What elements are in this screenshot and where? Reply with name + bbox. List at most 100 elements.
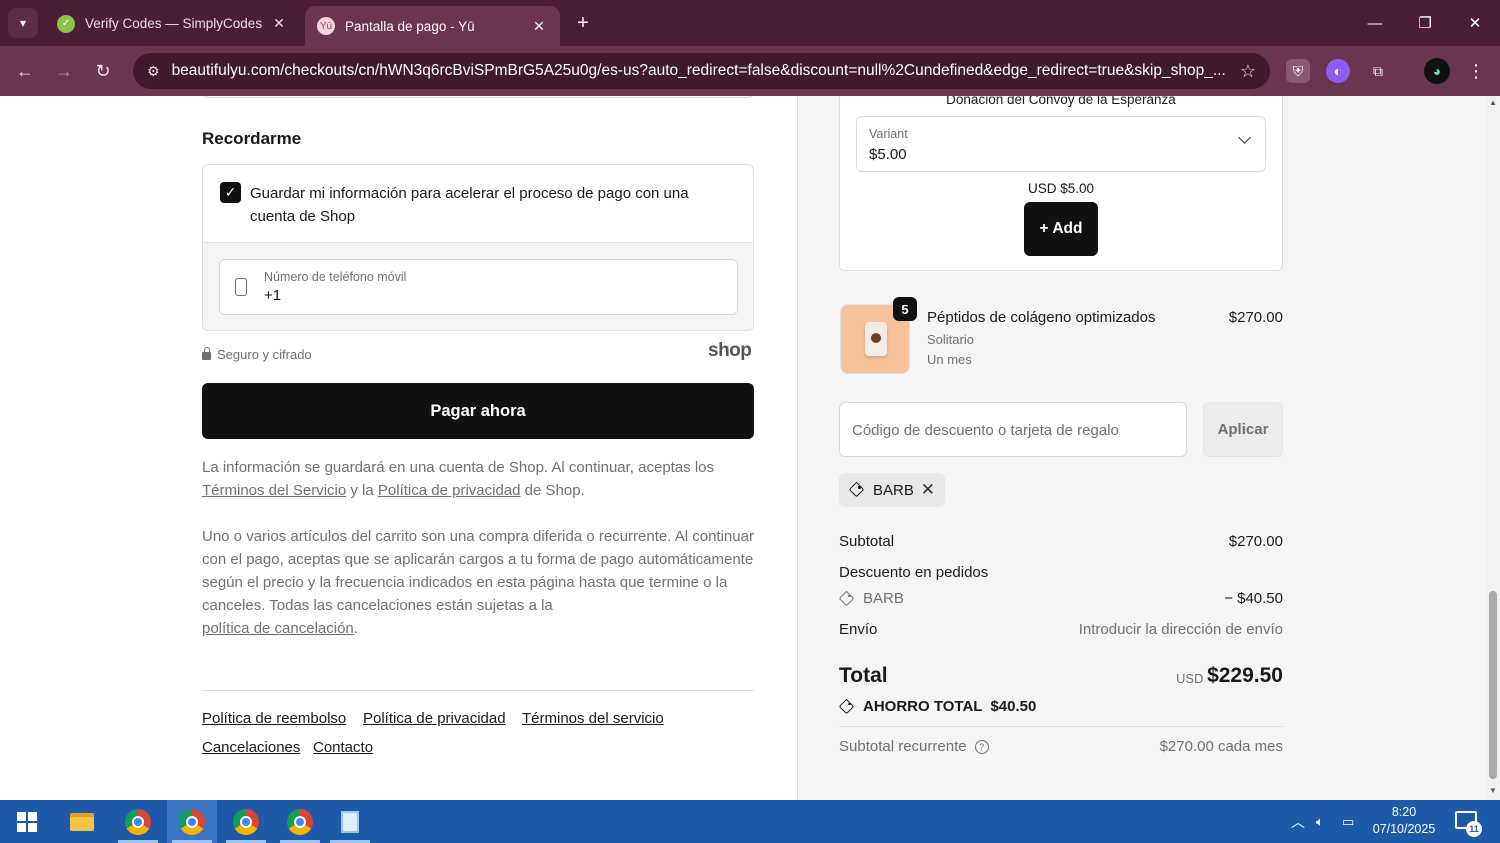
shipping-value: Introducir la dirección de envío [1078,621,1283,638]
save-info-checkbox[interactable]: ✓ [220,182,241,203]
scroll-down-icon[interactable]: ▼ [1488,786,1498,795]
terms-of-service-footer-link[interactable]: Términos del servicio [522,710,664,727]
chrome-icon [233,808,259,835]
chrome-icon [125,808,151,835]
taskbar-clock[interactable]: 8:20 07/10/2025 [1368,804,1440,838]
subtotal-value: $270.00 [1228,533,1283,550]
phone-field[interactable]: Número de teléfono móvil +1 [219,259,738,315]
product-option: Un mes [927,352,972,367]
savings-tag-icon [839,699,855,715]
legal-text: y la [346,482,378,499]
recurring-label: Subtotal recurrente [839,738,967,755]
site-settings-icon[interactable]: ⚙ [147,63,160,80]
url-text[interactable]: beautifulyu.com/checkouts/cn/hWN3q6rcBvi… [172,62,1230,80]
cancellations-link[interactable]: Cancelaciones [202,739,300,756]
upsell-product-name: Donación del Convoy de la Esperanza [946,96,1176,107]
order-discount-label: Descuento en pedidos [839,564,989,581]
secure-text: Seguro y cifrado [217,347,312,362]
subtotal-label: Subtotal [839,533,895,550]
simplycodes-favicon-icon: ✓ [57,14,75,33]
chrome-icon [179,808,205,835]
mobile-phone-icon [235,278,247,296]
tag-icon [839,591,855,607]
chrome-taskbar-button[interactable] [113,800,163,843]
extension-icon[interactable]: ◐ [1326,59,1350,83]
legal-text: de Shop. [520,482,585,499]
volume-icon[interactable]: 🔈︎ [1316,800,1324,843]
tab-verify-codes[interactable]: ✓ Verify Codes — SimplyCodes ✕ [45,7,300,40]
puzzle-extensions-icon[interactable]: ⧉ [1366,59,1390,83]
shield-extension-icon[interactable]: ⛨ [1286,59,1310,83]
refund-policy-link[interactable]: Política de reembolso [202,710,346,727]
minimize-button[interactable]: — [1350,0,1400,46]
cancellation-policy-link[interactable]: política de cancelación [202,620,354,637]
applied-discount-chip: BARB ✕ [839,473,945,507]
file-explorer-button[interactable] [57,800,107,843]
variant-select[interactable]: Variant $5.00 [856,116,1266,172]
collagen-jar-image [865,322,887,356]
notepad-taskbar-button[interactable] [325,800,375,843]
recurring-legal-text: Uno o varios artículos del carrito son u… [202,525,754,640]
tab-checkout[interactable]: Yū Pantalla de pago - Yū ✕ [305,6,560,46]
discount-value: − $40.50 [1224,590,1283,607]
close-tab-icon[interactable]: ✕ [270,15,288,32]
total-label: Total [839,664,888,687]
start-button[interactable] [2,800,52,843]
privacy-policy-footer-link[interactable]: Política de privacidad [363,710,506,727]
product-option: Solitario [927,332,974,347]
notepad-icon [341,810,359,833]
new-tab-button[interactable]: + [570,10,596,36]
bookmark-star-icon[interactable]: ☆ [1240,61,1256,82]
legal-text: . [353,620,358,637]
tab-search-button[interactable]: ▾ [8,8,38,38]
browser-menu-icon[interactable]: ⋮ [1464,59,1488,83]
upsell-price: USD $5.00 [1027,181,1095,196]
product-price: $270.00 [1228,309,1283,326]
phone-value[interactable]: +1 [264,287,281,304]
savings-label: AHORRO TOTAL [863,698,983,715]
phone-section: Número de teléfono móvil +1 [203,243,753,330]
apply-discount-button[interactable]: Aplicar [1203,402,1283,457]
checkout-page: Recordarme ✓ Guardar mi información para… [0,96,1500,800]
quantity-badge: 5 [893,297,917,321]
discount-code-label: BARB [863,590,904,607]
clock-time: 8:20 [1391,805,1417,819]
address-bar[interactable]: ⚙ beautifulyu.com/checkouts/cn/hWN3q6rcB… [133,53,1270,89]
chrome-taskbar-button[interactable] [221,800,271,843]
folder-icon [70,812,94,831]
scrollbar-thumb[interactable] [1489,591,1497,779]
close-window-button[interactable]: ✕ [1450,0,1500,46]
shipping-row: Envío Introducir la dirección de envío [839,621,1283,638]
help-icon[interactable]: ? [974,740,989,754]
discount-code-input[interactable]: Código de descuento o tarjeta de regalo [839,402,1187,457]
total-value: $229.50 [1207,664,1283,687]
remember-me-option[interactable]: ✓ Guardar mi información para acelerar e… [203,165,753,243]
profile-avatar-icon[interactable]: ◕ [1424,58,1450,84]
pay-now-button[interactable]: Pagar ahora [202,383,754,439]
product-name: Péptidos de colágeno optimizados [927,309,1156,326]
add-upsell-button[interactable]: + Add [1024,202,1098,256]
remove-discount-icon[interactable]: ✕ [921,480,935,500]
back-button[interactable]: ← [10,56,40,86]
scroll-up-icon[interactable]: ▲ [1488,98,1498,107]
save-info-label[interactable]: Guardar mi información para acelerar el … [250,182,730,228]
page-scrollbar[interactable]: ▲ ▼ [1486,96,1500,800]
footer-divider [202,690,754,691]
forward-button[interactable]: → [49,56,79,86]
chrome-taskbar-button[interactable] [275,800,325,843]
contact-link[interactable]: Contacto [313,739,373,756]
recurring-value: $270.00 cada mes [1159,738,1283,755]
show-hidden-icons[interactable]: ︿ [1291,800,1305,843]
terms-of-service-link[interactable]: Términos del Servicio [202,482,346,499]
chevron-down-icon [1238,131,1251,144]
shop-logo: shop [708,340,752,361]
close-tab-icon[interactable]: ✕ [530,18,548,35]
chrome-taskbar-button-active[interactable] [167,800,217,843]
network-icon[interactable]: ▭ [1342,800,1354,843]
lock-icon [202,346,211,360]
privacy-policy-link[interactable]: Política de privacidad [378,482,521,499]
tab-title: Verify Codes — SimplyCodes [85,16,263,31]
restore-button[interactable]: ❐ [1400,0,1450,46]
variant-label: Variant [869,127,908,141]
reload-button[interactable]: ↻ [88,56,118,86]
